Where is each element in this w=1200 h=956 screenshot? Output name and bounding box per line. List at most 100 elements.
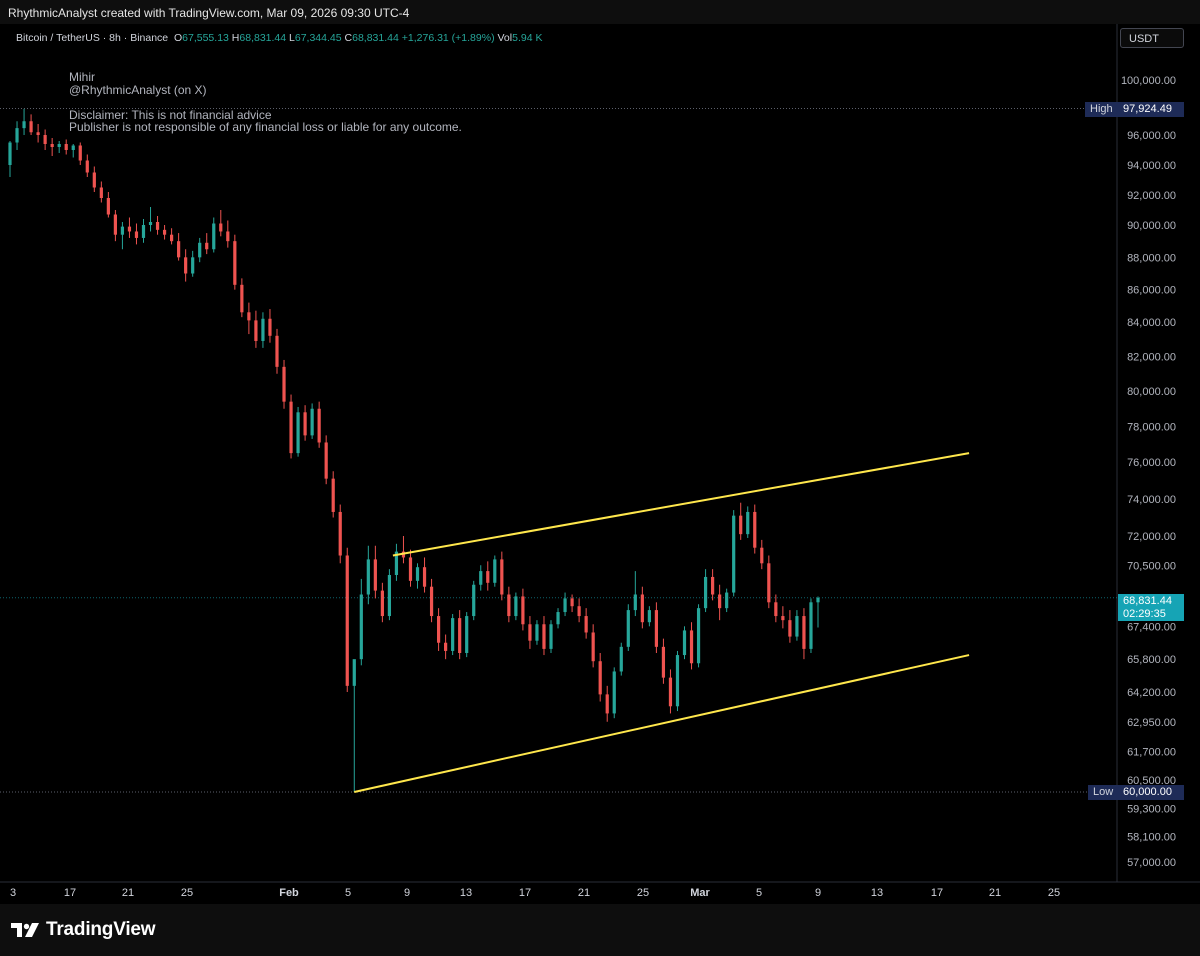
low-tag-label: Low: [1088, 785, 1119, 800]
candle-body: [113, 214, 117, 235]
candle-body: [36, 132, 40, 135]
candle-body: [170, 234, 174, 242]
candle-body: [619, 646, 623, 672]
candle-body: [500, 559, 504, 595]
time-axis-label: 3: [10, 887, 16, 899]
time-axis-label: 17: [931, 887, 943, 899]
candle-body: [696, 608, 701, 664]
candle-body: [331, 478, 335, 512]
time-axis-label: Mar: [690, 887, 710, 899]
candle-body: [99, 187, 103, 198]
candle-body: [521, 596, 525, 625]
time-axis-label: 9: [815, 887, 821, 899]
price-axis-label: 92,000.00: [1127, 190, 1176, 202]
tradingview-logo-text: TradingView: [46, 919, 156, 940]
currency-selector[interactable]: USDT: [1120, 28, 1184, 48]
candle-body: [739, 515, 743, 535]
candle-body: [563, 598, 567, 613]
symbol-name[interactable]: Bitcoin / TetherUS · 8h · Binance: [16, 32, 168, 44]
candle-body: [774, 602, 778, 617]
price-axis-label: 58,100.00: [1127, 831, 1176, 843]
candle-body: [106, 198, 110, 215]
candle-body: [612, 671, 616, 714]
candle-body: [626, 610, 630, 647]
candle-body: [451, 618, 455, 651]
candle-body: [296, 412, 300, 454]
candle-body: [212, 223, 216, 250]
candle-body: [289, 401, 293, 454]
change-value: +1,276.31 (+1.89%): [401, 32, 495, 44]
candle-body: [549, 624, 553, 649]
candle-body: [198, 242, 202, 258]
candle-body: [577, 606, 581, 617]
candle-body: [240, 284, 244, 313]
candle-body: [352, 659, 356, 686]
candle-body: [535, 624, 539, 641]
candle-body: [155, 222, 160, 230]
candle-body: [85, 160, 89, 173]
open-label: O: [173, 32, 183, 44]
price-axis-label: 62,950.00: [1127, 717, 1176, 729]
symbol-legend[interactable]: Bitcoin / TetherUS · 8h · Binance O67,55…: [16, 32, 542, 44]
time-axis-label: 21: [122, 887, 134, 899]
price-axis-label: 72,000.00: [1127, 531, 1176, 543]
high-value: 68,831.44: [239, 32, 287, 44]
tradingview-logo[interactable]: TradingView: [10, 918, 156, 942]
price-axis-label: 94,000.00: [1127, 160, 1176, 172]
candle-body: [493, 559, 497, 583]
candle-body: [226, 231, 230, 242]
close-label: C: [344, 32, 353, 44]
time-axis-label: 25: [181, 887, 193, 899]
time-axis-label: 17: [64, 887, 76, 899]
candle-body: [205, 242, 209, 250]
candle-body: [767, 563, 771, 603]
candle-body: [359, 594, 363, 660]
author-note: Mihir: [69, 70, 95, 84]
candle-body: [282, 366, 286, 402]
candle-body: [647, 610, 651, 623]
candle-body: [127, 226, 132, 232]
chart-background: [0, 24, 1200, 904]
high-tag-label: High: [1085, 102, 1118, 117]
candle-body: [816, 597, 820, 603]
candle-body: [633, 594, 637, 611]
price-axis-label: 100,000.00: [1121, 75, 1176, 87]
candle-body: [310, 408, 314, 436]
candle-body: [15, 128, 19, 143]
handle-note: @RhythmicAnalyst (on X): [69, 83, 207, 97]
candle-body: [148, 222, 153, 225]
candle-body: [268, 318, 272, 336]
low-value: 67,344.45: [294, 32, 342, 44]
candle-body: [795, 616, 799, 637]
candle-body: [528, 624, 532, 641]
candle-body: [141, 225, 146, 238]
high-tag-value: 97,924.49: [1118, 102, 1184, 117]
candle-body: [507, 594, 511, 617]
candle-body: [556, 612, 560, 625]
candle-body: [781, 616, 785, 621]
price-chart[interactable]: 100,000.00 96,000.00 94,000.00 92,000.00 90,…: [0, 24, 1200, 904]
candle-body: [191, 257, 195, 274]
candle-body: [64, 144, 68, 150]
candle-body: [78, 145, 82, 161]
candle-body: [458, 618, 462, 653]
candle-body: [261, 318, 265, 341]
candle-body: [22, 121, 26, 129]
candle-body: [422, 567, 427, 587]
time-axis-label: 21: [989, 887, 1001, 899]
candle-body: [345, 555, 349, 686]
candle-body: [317, 408, 321, 443]
candle-body: [570, 598, 574, 607]
candle-body: [598, 661, 602, 695]
candle-body: [640, 594, 644, 623]
candle-body: [233, 241, 237, 285]
candle-body: [668, 677, 673, 707]
price-axis-label: 86,000.00: [1127, 285, 1176, 297]
price-axis-label: 65,800.00: [1127, 654, 1176, 666]
candle-body: [718, 594, 722, 609]
price-axis-label: 84,000.00: [1127, 317, 1176, 329]
candle-body: [324, 442, 328, 479]
chart-panel[interactable]: 100,000.00 96,000.00 94,000.00 92,000.00 90,…: [0, 24, 1200, 904]
candle-body: [711, 576, 715, 595]
candle-body: [661, 646, 666, 678]
